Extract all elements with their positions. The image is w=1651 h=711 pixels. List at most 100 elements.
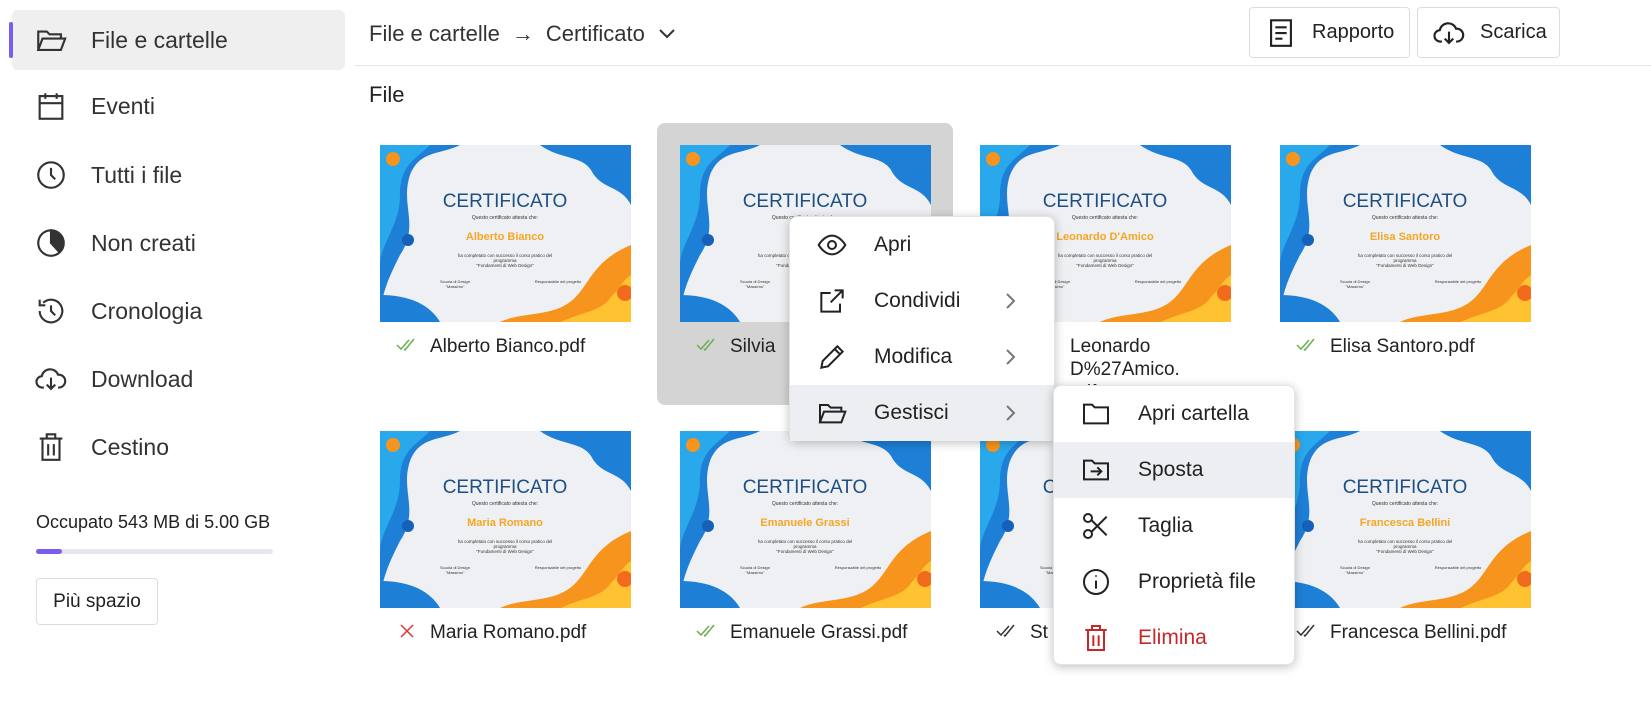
file-name-row: Alberto Bianco.pdf xyxy=(396,335,666,358)
file-thumbnail[interactable]: CERTIFICATO Questo certificato attesta c… xyxy=(680,431,931,608)
file-name: Maria Romano.pdf xyxy=(430,622,587,643)
move-icon xyxy=(1083,459,1109,481)
sidebar-item-label: Tutti i file xyxy=(91,161,183,188)
certificate-subtitle: Questo certificato attesta che: xyxy=(772,501,838,507)
certificate-signature: "Massimo" xyxy=(1346,284,1365,289)
breadcrumb-current[interactable]: Certificato xyxy=(546,21,645,47)
scissors-icon xyxy=(1083,513,1108,539)
certificate-body: "Fondamenti di Web Design" xyxy=(776,549,834,554)
certificate-body: "Fondamenti di Web Design" xyxy=(1376,263,1434,268)
sidebar-item-file-e-cartelle[interactable]: File e cartelle xyxy=(9,10,345,70)
file-name-row: Elisa Santoro.pdf xyxy=(1296,335,1566,358)
file-name-row: Francesca Bellini.pdf xyxy=(1296,621,1566,644)
double-check-icon xyxy=(696,338,715,352)
breadcrumb-item[interactable]: File e cartelle xyxy=(369,21,500,47)
file-name-row: Emanuele Grassi.pdf xyxy=(696,621,966,644)
file-thumbnail[interactable]: CERTIFICATO Questo certificato attesta c… xyxy=(1280,431,1531,608)
sidebar-item-label: Download xyxy=(91,365,194,392)
certificate-subtitle: Questo certificato attesta che: xyxy=(1072,215,1138,221)
menu-item-modifica[interactable]: Modifica xyxy=(790,329,1054,385)
file-name: Francesca Bellini.pdf xyxy=(1330,622,1507,643)
report-icon xyxy=(1270,18,1292,47)
file-thumbnail[interactable]: CERTIFICATO Questo certificato attesta c… xyxy=(1280,145,1531,322)
certificate-title: CERTIFICATO xyxy=(743,191,868,212)
double-check-icon xyxy=(1296,624,1315,638)
menu-item-label: Modifica xyxy=(874,345,953,368)
certificate-body: "Fondamenti di Web Design" xyxy=(1376,549,1434,554)
double-check-icon xyxy=(396,338,415,352)
error-x-icon xyxy=(400,624,414,638)
sidebar-item-label: Eventi xyxy=(91,92,155,119)
sidebar-item-eventi[interactable]: Eventi xyxy=(12,76,345,136)
menu-item-condividi[interactable]: Condividi xyxy=(790,273,1054,329)
sidebar-item-non-creati[interactable]: Non creati xyxy=(12,213,345,273)
certificate-subtitle: Questo certificato attesta che: xyxy=(472,501,538,507)
menu-item-label: Sposta xyxy=(1138,458,1204,481)
menu-item-gestisci[interactable]: Gestisci xyxy=(790,385,1054,441)
cloud-download-icon xyxy=(1433,21,1465,44)
certificate-thumbnail: CERTIFICATO Questo certificato attesta c… xyxy=(680,431,931,608)
calendar-icon xyxy=(38,93,64,120)
certificate-thumbnail: CERTIFICATO Questo certificato attesta c… xyxy=(1280,145,1531,322)
file-thumbnail[interactable]: CERTIFICATO Questo certificato attesta c… xyxy=(380,145,631,322)
menu-item-apri[interactable]: Apri xyxy=(790,217,1054,273)
menu-item-taglia[interactable]: Taglia xyxy=(1054,498,1294,554)
folder-open-icon xyxy=(36,30,67,51)
file-thumbnail[interactable]: CERTIFICATO Questo certificato attesta c… xyxy=(380,431,631,608)
double-check-icon xyxy=(696,624,715,638)
certificate-body: "Fondamenti di Web Design" xyxy=(476,263,534,268)
menu-item-label: Taglia xyxy=(1138,514,1193,537)
chevron-right-icon xyxy=(1006,349,1016,365)
section-title: File xyxy=(369,82,405,107)
certificate-signature: Responsabile del progetto xyxy=(535,279,582,284)
sidebar-item-cronologia[interactable]: Cronologia xyxy=(12,281,345,341)
folder-icon xyxy=(1083,403,1109,425)
menu-item-label: Proprietà file xyxy=(1138,570,1256,593)
certificate-title: CERTIFICATO xyxy=(743,477,868,498)
chevron-right-icon xyxy=(1006,405,1016,421)
certificate-signature: "Massimo" xyxy=(746,570,765,575)
certificate-subtitle: Questo certificato attesta che: xyxy=(1372,215,1438,221)
eye-icon xyxy=(817,234,847,256)
menu-item-apri-cartella[interactable]: Apri cartella xyxy=(1054,386,1294,442)
download-button[interactable]: Scarica xyxy=(1417,7,1560,58)
sidebar-item-download[interactable]: Download xyxy=(12,349,345,409)
double-check-icon xyxy=(1296,338,1315,352)
certificate-title: CERTIFICATO xyxy=(1043,191,1168,212)
file-name: Silvia xyxy=(730,336,776,357)
storage-bar xyxy=(36,549,273,554)
history-icon xyxy=(38,298,64,324)
menu-item-sposta[interactable]: Sposta xyxy=(1054,442,1294,498)
menu-item-label: Gestisci xyxy=(874,401,949,424)
menu-item-elimina[interactable]: Elimina xyxy=(1054,610,1294,666)
pie-icon xyxy=(37,229,65,257)
folder-open-icon xyxy=(818,404,847,424)
menu-item-label: Apri cartella xyxy=(1138,402,1249,425)
certificate-recipient: Leonardo D'Amico xyxy=(1056,231,1154,243)
submenu: Apri cartella Sposta Taglia Proprietà fi… xyxy=(1053,385,1295,665)
report-button[interactable]: Rapporto xyxy=(1249,7,1410,58)
certificate-signature: "Massimo" xyxy=(1346,570,1365,575)
file-name: St xyxy=(1030,622,1048,643)
certificate-signature: Responsabile del progetto xyxy=(835,565,882,570)
certificate-subtitle: Questo certificato attesta che: xyxy=(472,215,538,221)
sidebar-item-label: Cronologia xyxy=(91,297,203,324)
chevron-down-icon[interactable] xyxy=(657,27,677,41)
menu-item-propriet-file[interactable]: Proprietà file xyxy=(1054,554,1294,610)
clock-icon xyxy=(37,161,65,189)
menu-item-label: Apri xyxy=(874,233,912,256)
certificate-title: CERTIFICATO xyxy=(1343,477,1468,498)
share-icon xyxy=(820,289,844,313)
sidebar-item-label: Cestino xyxy=(91,433,169,460)
sidebar-item-tutti-i-file[interactable]: Tutti i file xyxy=(12,145,345,205)
breadcrumb-separator: → xyxy=(511,21,534,46)
certificate-title: CERTIFICATO xyxy=(443,477,568,498)
info-icon xyxy=(1083,569,1109,595)
sidebar-item-cestino[interactable]: Cestino xyxy=(12,417,345,477)
certificate-signature: Responsabile del progetto xyxy=(1135,279,1182,284)
certificate-thumbnail: CERTIFICATO Questo certificato attesta c… xyxy=(380,145,631,322)
sidebar-item-label: Non creati xyxy=(91,229,196,256)
more-space-button[interactable]: Più spazio xyxy=(36,578,158,625)
file-name: Alberto Bianco.pdf xyxy=(430,336,586,357)
certificate-signature: "Massimo" xyxy=(446,284,465,289)
